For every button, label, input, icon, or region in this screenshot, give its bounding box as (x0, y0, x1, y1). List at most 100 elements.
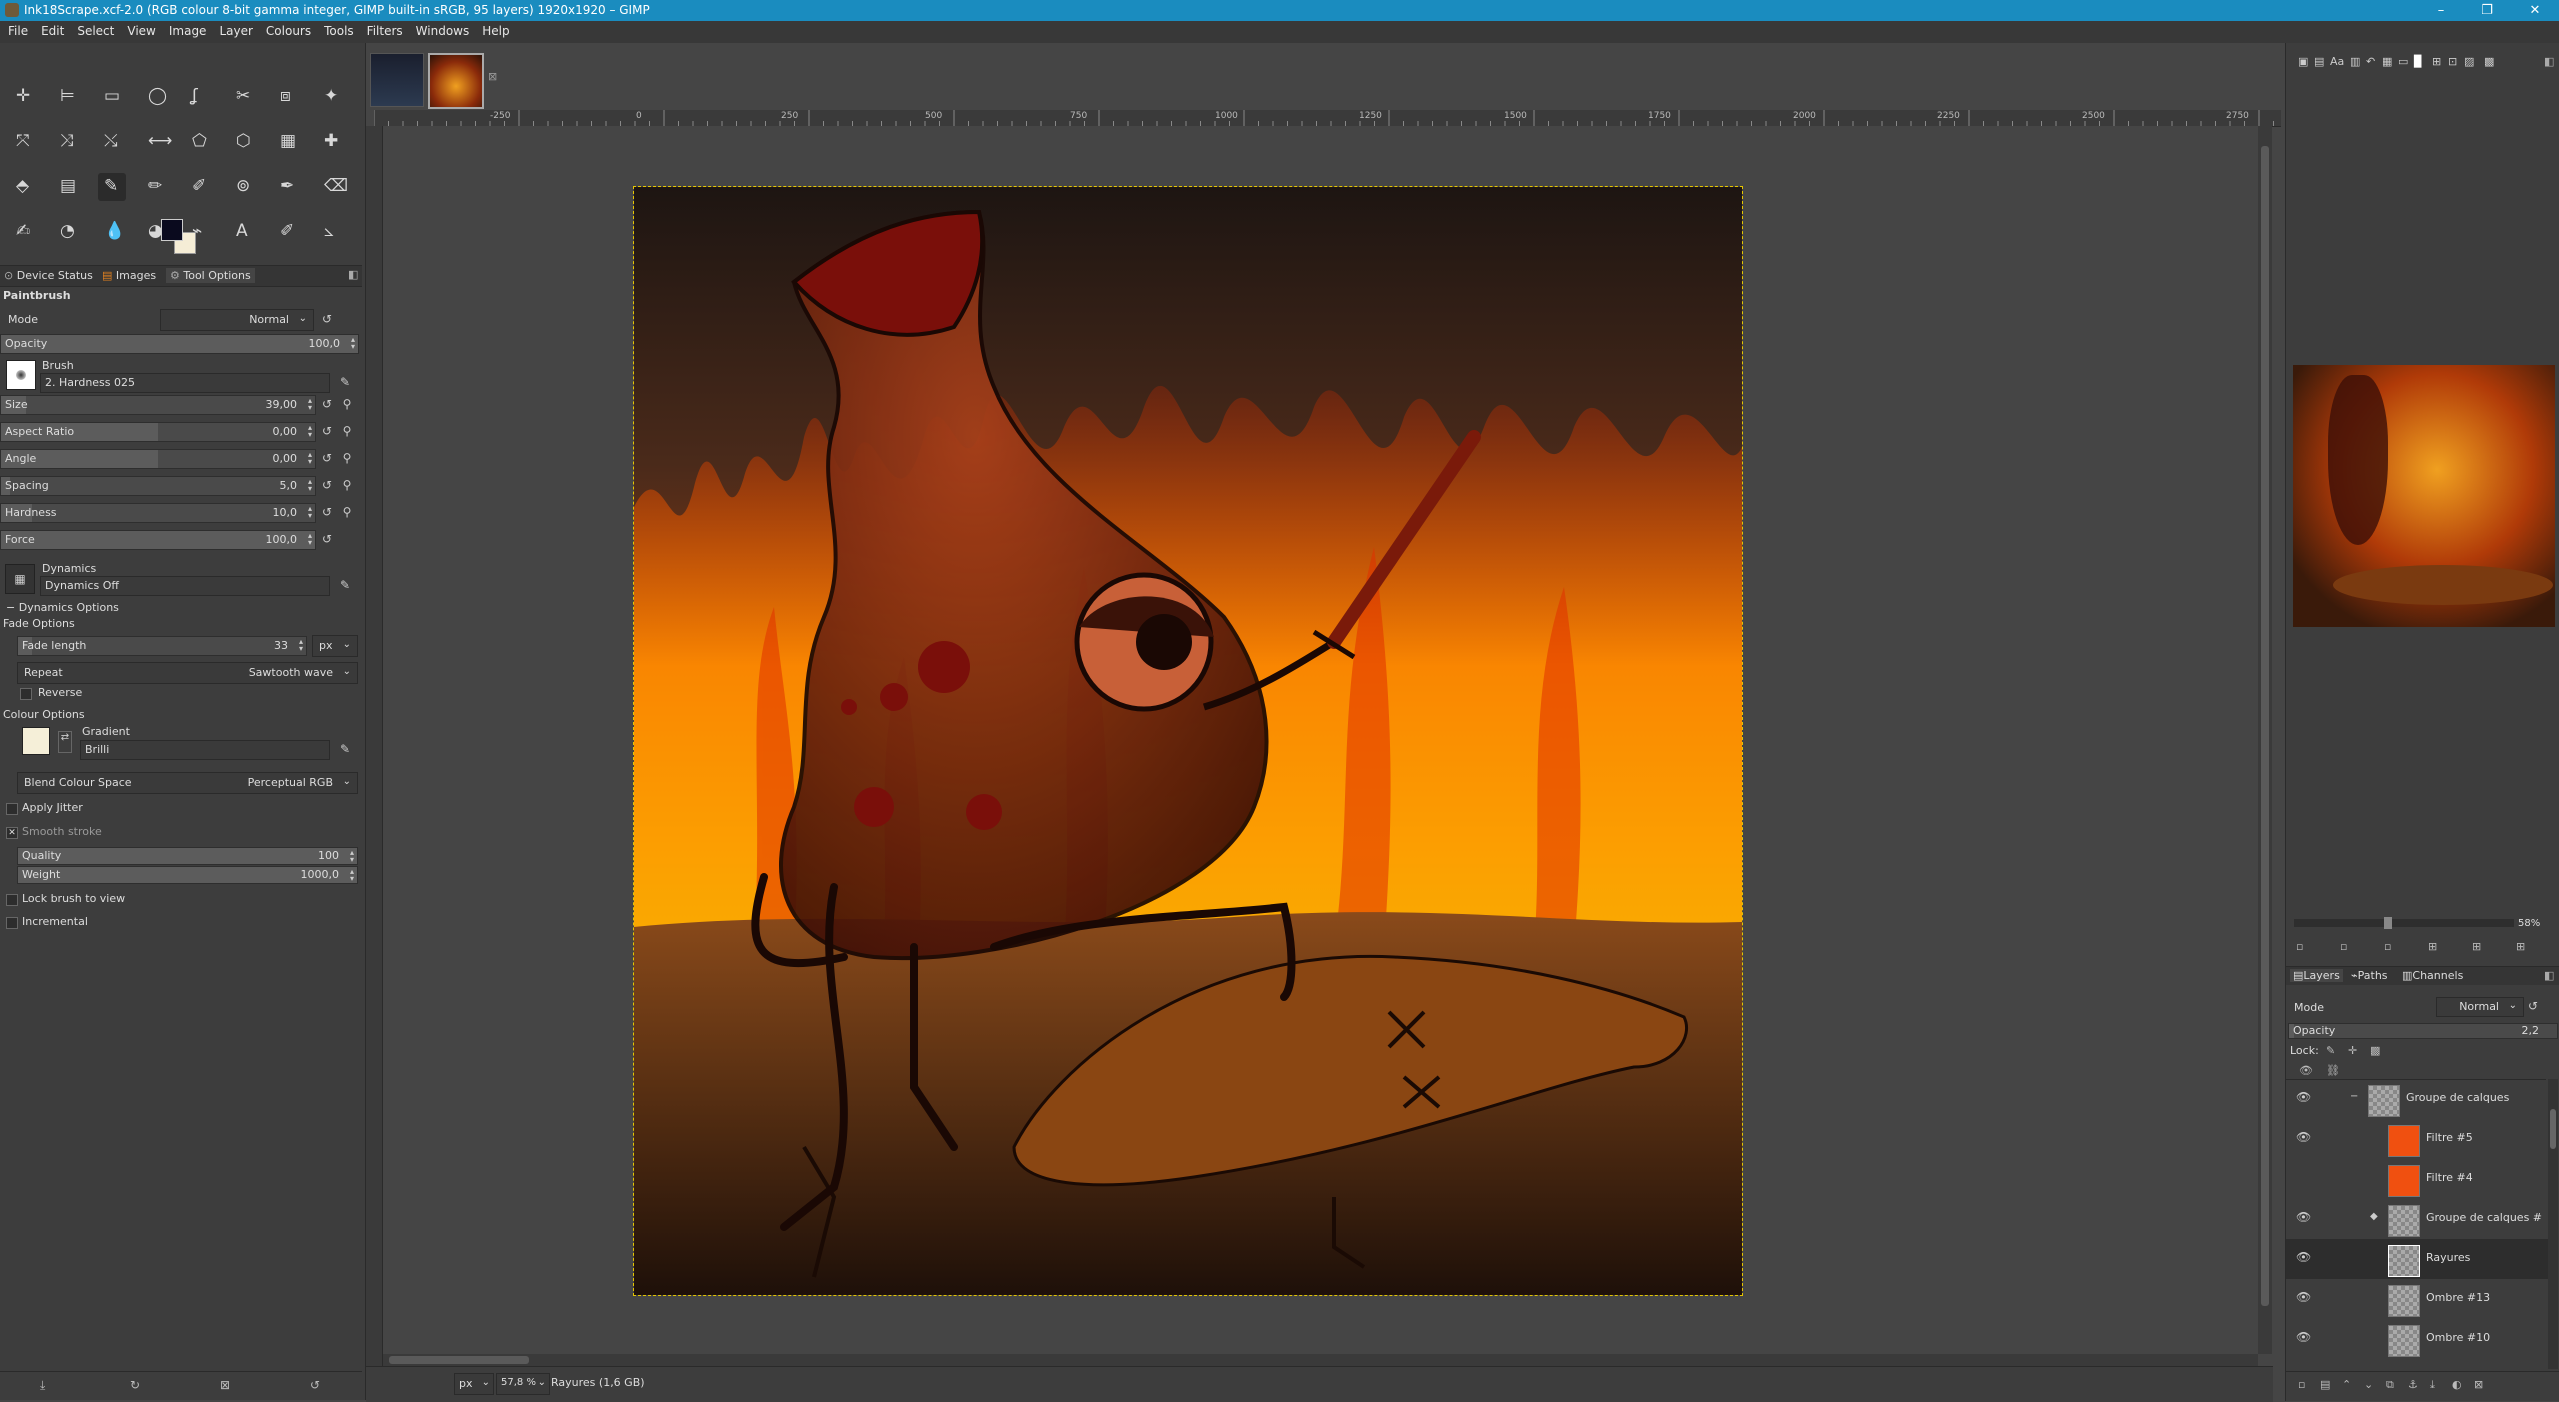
smooth-stroke-checkbox[interactable]: ✕ (6, 827, 18, 839)
visibility-eye-icon[interactable]: 👁 (2296, 1330, 2311, 1344)
zoom-dropdown[interactable]: 57,8 % ⌄ (496, 1373, 550, 1395)
menu-file[interactable]: File (0, 21, 33, 38)
visibility-eye-icon[interactable]: 👁 (2296, 1290, 2311, 1304)
paintbrush-tool-icon[interactable]: ✎ (98, 173, 126, 201)
visibility-eye-icon[interactable]: 👁 (2296, 1210, 2311, 1224)
spacing-slider[interactable]: Spacing 5,0 ▴ ▾ (0, 476, 316, 496)
warp-transform-icon[interactable]: ⤨ (54, 128, 82, 156)
lower-layer-icon[interactable]: ⌄ (2364, 1378, 2373, 1391)
free-select-icon[interactable]: ʆ (186, 83, 214, 111)
layers-mode-reset-icon[interactable]: ↺ (2524, 997, 2542, 1015)
layers-mode-dropdown[interactable]: Normal ⌄ (2436, 997, 2524, 1017)
cage-tool-icon[interactable]: ⬡ (230, 128, 258, 156)
incremental-checkbox[interactable] (6, 917, 18, 929)
eraser-tool-icon[interactable]: ⌫ (318, 173, 348, 201)
menu-image[interactable]: Image (161, 21, 212, 38)
weight-slider[interactable]: Weight 1000,0 ▴ ▾ (17, 866, 358, 884)
color-picker-icon[interactable]: ✐ (274, 218, 302, 246)
menu-select[interactable]: Select (69, 21, 119, 38)
aspect-ratio-slider[interactable]: Aspect Ratio 0,00 ▴ ▾ (0, 422, 316, 442)
lock-brush-checkbox[interactable] (6, 894, 18, 906)
menu-edit[interactable]: Edit (33, 21, 69, 38)
gradient-preview[interactable] (22, 727, 50, 755)
hardness-link-icon[interactable]: ⚲ (338, 503, 356, 521)
tab-tool-options[interactable]: ⚙ Tool Options (166, 268, 255, 283)
expand-group-icon[interactable]: ◆ (2370, 1211, 2378, 1222)
close-button[interactable]: ✕ (2512, 0, 2558, 21)
blur-sharpen-icon[interactable]: 💧 (98, 218, 126, 246)
fonts-tab-icon[interactable]: Aa (2330, 55, 2344, 68)
brush-preview[interactable] (6, 360, 36, 390)
ink-tool-icon[interactable]: ⊚ (230, 173, 258, 201)
restore-options-icon[interactable]: ↻ (130, 1378, 140, 1392)
fade-length-slider[interactable]: Fade length 33 ▴ ▾ (17, 636, 307, 656)
bucket-fill-2-icon[interactable]: ⬘ (10, 173, 38, 201)
layer-row[interactable]: 👁 − Groupe de calques (2286, 1079, 2550, 1119)
menu-tools[interactable]: Tools (316, 21, 359, 38)
menu-colours[interactable]: Colours (258, 21, 316, 38)
maximize-button[interactable]: ❐ (2464, 0, 2510, 21)
dynamics-options-expander[interactable]: − Dynamics Options (6, 601, 119, 614)
tab-channels[interactable]: ▥Channels (2402, 969, 2463, 982)
collapse-group-icon[interactable]: − (2350, 1091, 2358, 1102)
hardness-reset-icon[interactable]: ↺ (318, 503, 336, 521)
grid-transform-icon[interactable]: ▦ (274, 128, 302, 156)
navigator-preview[interactable] (2293, 365, 2555, 627)
merge-layer-icon[interactable]: ⤓ (2430, 1378, 2435, 1392)
visibility-eye-icon[interactable]: 👁 (2296, 1130, 2311, 1144)
move-tool-icon[interactable]: ✛ (10, 83, 38, 111)
dock-menu-icon[interactable]: ◧ (348, 268, 358, 281)
mask-layer-icon[interactable]: ◐ (2452, 1378, 2462, 1391)
layers-scrollbar[interactable] (2548, 1079, 2558, 1369)
mode-reset-icon[interactable]: ↺ (318, 310, 336, 328)
menu-filters[interactable]: Filters (359, 21, 408, 38)
angle-slider[interactable]: Angle 0,00 ▴ ▾ (0, 449, 316, 469)
foreground-select-icon[interactable]: ⧈ (274, 83, 302, 111)
navigator-zoom-slider[interactable] (2294, 917, 2514, 929)
image-tab-thumb-2[interactable] (428, 53, 484, 109)
unified-transform-icon[interactable]: ⤧ (10, 128, 38, 156)
zoom-out-icon[interactable]: ▫ (2296, 940, 2303, 953)
anchor-layer-icon[interactable]: ⚓ (2408, 1378, 2418, 1391)
gradient-edit-icon[interactable]: ✎ (336, 740, 354, 758)
artwork[interactable] (633, 186, 1743, 1296)
smudge-tool-icon[interactable]: ◔ (54, 218, 82, 246)
menu-view[interactable]: View (119, 21, 160, 38)
zoom-100-icon[interactable]: ⊞ (2428, 940, 2437, 953)
mode-dropdown[interactable]: Normal ⌄ (160, 309, 314, 331)
layers-dock-menu-icon[interactable]: ◧ (2544, 969, 2554, 982)
repeat-dropdown[interactable]: Repeat Sawtooth wave ⌄ (17, 662, 358, 684)
images-tab-icon[interactable]: ▨ (2464, 55, 2474, 68)
force-slider[interactable]: Force 100,0 ▴ ▾ (0, 530, 316, 550)
image-canvas[interactable] (383, 126, 2272, 1354)
dynamics-preview-icon[interactable]: ▦ (5, 564, 35, 594)
palettes-tab-icon[interactable]: ▉ (2414, 55, 2422, 68)
layer-row-selected[interactable]: 👁 Rayures (2286, 1239, 2550, 1279)
tab-device-status[interactable]: ⊙ Device Status (4, 269, 93, 282)
zoom-fit-icon[interactable]: ▫ (2384, 940, 2391, 953)
measure-tool-icon[interactable]: ⦣ (318, 218, 346, 246)
perspective-clone-icon[interactable]: ✍ (10, 218, 38, 246)
navigation-tab-icon[interactable]: ⊞ (2432, 55, 2441, 68)
aspect-reset-icon[interactable]: ↺ (318, 422, 336, 440)
close-image-tab-icon[interactable]: ⊠ (488, 70, 497, 83)
visibility-eye-icon[interactable]: 👁 (2296, 1250, 2311, 1264)
fill-window-icon[interactable]: ⊞ (2516, 940, 2525, 953)
layer-opacity-slider[interactable]: Opacity 2,2 (2288, 1023, 2558, 1039)
horizontal-scrollbar[interactable] (383, 1354, 2258, 1366)
angle-link-icon[interactable]: ⚲ (338, 449, 356, 467)
apply-jitter-checkbox[interactable] (6, 803, 18, 815)
tab-paths[interactable]: ⌁Paths (2351, 969, 2388, 982)
airbrush-tool-icon[interactable]: ✐ (186, 173, 214, 201)
spacing-link-icon[interactable]: ⚲ (338, 476, 356, 494)
pencil-tool-icon[interactable]: ✏ (142, 173, 170, 201)
scissors-select-icon[interactable]: ✂ (230, 83, 258, 111)
blend-colour-space-dropdown[interactable]: Blend Colour Space Perceptual RGB ⌄ (17, 772, 358, 794)
lock-alpha-icon[interactable]: ▩ (2370, 1044, 2380, 1057)
delete-layer-icon[interactable]: ⊠ (2474, 1378, 2483, 1391)
quality-slider[interactable]: Quality 100 ▴ ▾ (17, 847, 358, 865)
size-link-icon[interactable]: ⚲ (338, 395, 356, 413)
angle-reset-icon[interactable]: ↺ (318, 449, 336, 467)
blend-gradient-icon[interactable]: ▤ (54, 173, 82, 201)
lock-pixels-icon[interactable]: ✎ (2326, 1044, 2335, 1057)
